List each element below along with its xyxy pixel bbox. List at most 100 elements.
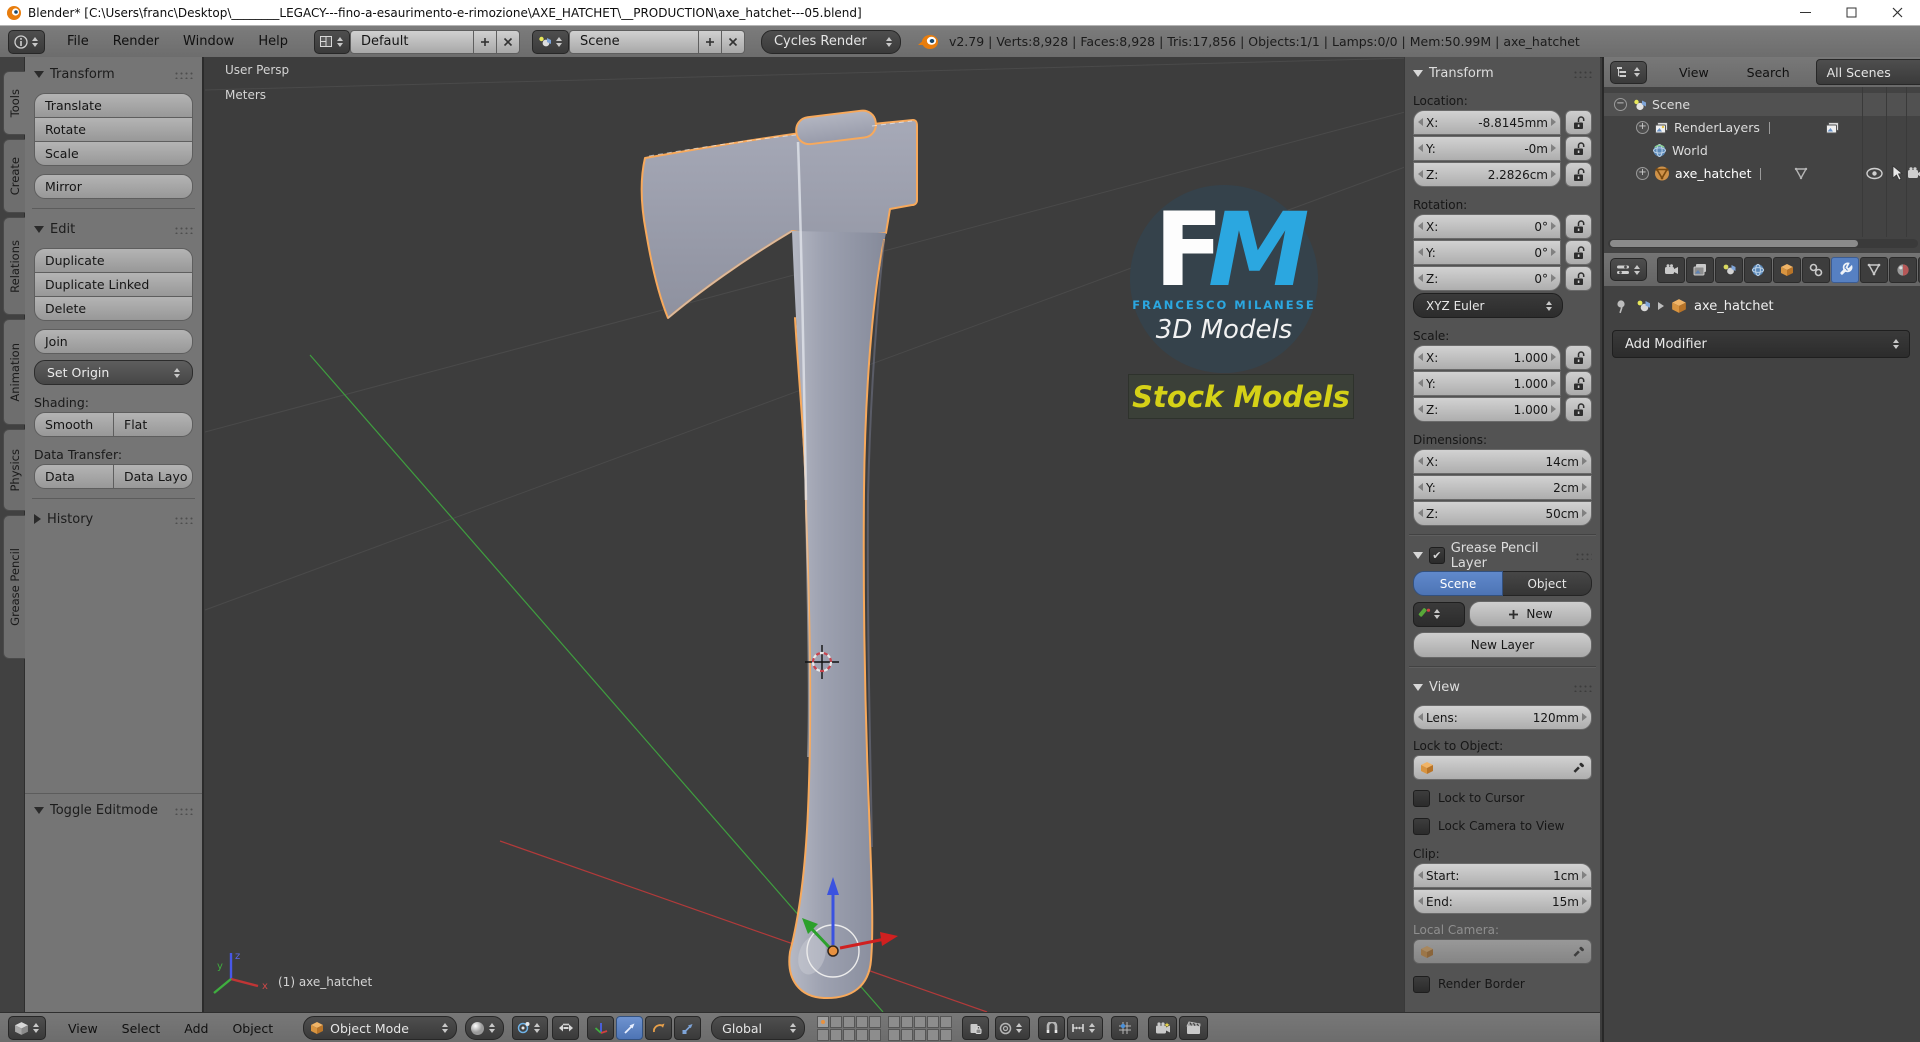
- lock-location-y-button[interactable]: [1565, 136, 1592, 161]
- mode-dropdown[interactable]: Object Mode: [303, 1016, 458, 1040]
- lock-to-cursor-checkbox[interactable]: [1413, 789, 1430, 807]
- join-button[interactable]: Join: [34, 329, 193, 354]
- scale-y-field[interactable]: Y: 1.000: [1413, 371, 1561, 396]
- panel-grip-icon[interactable]: [1573, 551, 1592, 560]
- tab-animation[interactable]: Animation: [3, 319, 25, 425]
- viewport-3d[interactable]: z x y User Persp Meters (1) axe_hatchet …: [204, 57, 1600, 1012]
- scale-z-field[interactable]: Z: 1.000: [1413, 397, 1561, 422]
- outliner-item-world[interactable]: World: [1652, 139, 1708, 162]
- menu-file[interactable]: File: [55, 34, 101, 49]
- grease-pencil-checkbox[interactable]: ✔: [1429, 547, 1445, 564]
- duplicate-linked-button[interactable]: Duplicate Linked: [34, 273, 193, 297]
- data-transfer-data-button[interactable]: Data: [34, 464, 114, 489]
- visibility-eye-icon[interactable]: [1866, 167, 1883, 180]
- selectability-cursor-icon[interactable]: [1891, 165, 1903, 181]
- eyedropper-icon[interactable]: [1572, 761, 1585, 774]
- lock-scale-z-button[interactable]: [1565, 397, 1592, 422]
- scale-button[interactable]: Scale: [34, 142, 193, 166]
- scene-field[interactable]: Scene: [568, 29, 699, 54]
- local-camera-field[interactable]: [1413, 939, 1592, 964]
- manipulator-center-toggle[interactable]: [552, 1016, 580, 1040]
- proportional-edit-dropdown[interactable]: [995, 1016, 1031, 1040]
- add-layout-button[interactable]: [473, 29, 497, 54]
- editor-type-properties-button[interactable]: [1610, 258, 1647, 281]
- location-x-field[interactable]: X: -8.8145mm: [1413, 110, 1561, 135]
- manipulator-scale-button[interactable]: [674, 1016, 702, 1040]
- shade-smooth-button[interactable]: Smooth: [34, 412, 114, 437]
- dimensions-y-field[interactable]: Y: 2cm: [1413, 475, 1592, 500]
- outliner-item-renderlayers[interactable]: + RenderLayers: [1636, 116, 1840, 139]
- tab-material[interactable]: [1889, 256, 1917, 283]
- panel-grip-icon[interactable]: [173, 69, 193, 79]
- editor-type-info-button[interactable]: [8, 29, 45, 54]
- tab-world[interactable]: [1744, 256, 1772, 283]
- dimensions-x-field[interactable]: X: 14cm: [1413, 449, 1592, 474]
- tab-scene[interactable]: [1715, 256, 1743, 283]
- tab-object[interactable]: [1773, 256, 1801, 283]
- snap-target-button[interactable]: [1111, 1016, 1139, 1040]
- v3d-menu-add[interactable]: Add: [172, 1021, 220, 1036]
- delete-button[interactable]: Delete: [34, 297, 193, 321]
- location-y-field[interactable]: Y: -0m: [1413, 136, 1561, 161]
- minimize-button[interactable]: [1782, 0, 1828, 25]
- lock-scale-y-button[interactable]: [1565, 371, 1592, 396]
- renderability-camera-icon[interactable]: [1907, 167, 1920, 180]
- lock-location-x-button[interactable]: [1565, 110, 1592, 135]
- lock-to-object-field[interactable]: [1413, 755, 1592, 780]
- menu-window[interactable]: Window: [171, 34, 246, 49]
- lock-camera-checkbox[interactable]: [1413, 817, 1430, 835]
- render-engine-dropdown[interactable]: Cycles Render: [760, 29, 901, 54]
- mirror-button[interactable]: Mirror: [34, 174, 193, 199]
- lock-rotation-x-button[interactable]: [1565, 214, 1592, 239]
- gp-new-layer-button[interactable]: New Layer: [1413, 632, 1592, 658]
- layer-grid-2[interactable]: [888, 1015, 953, 1041]
- manipulator-translate-button[interactable]: [616, 1016, 644, 1040]
- tab-constraints[interactable]: [1802, 256, 1830, 283]
- panel-grip-icon[interactable]: [1572, 683, 1592, 692]
- tab-modifiers[interactable]: [1831, 256, 1859, 283]
- panel-grip-icon[interactable]: [1572, 69, 1592, 78]
- data-transfer-layout-button[interactable]: Data Layo: [114, 464, 193, 489]
- delete-layout-button[interactable]: [496, 29, 520, 54]
- pivot-point-dropdown[interactable]: [512, 1016, 549, 1040]
- panel-header-edit[interactable]: Edit: [34, 218, 193, 240]
- scene-icon-button[interactable]: [531, 29, 569, 54]
- transform-orientation-dropdown[interactable]: Global: [711, 1016, 806, 1040]
- outliner-menu-view[interactable]: View: [1667, 65, 1721, 80]
- lock-scale-x-button[interactable]: [1565, 345, 1592, 370]
- dimensions-z-field[interactable]: Z: 50cm: [1413, 501, 1592, 526]
- translate-button[interactable]: Translate: [34, 93, 193, 118]
- tab-create[interactable]: Create: [3, 139, 25, 213]
- lock-camera-row[interactable]: Lock Camera to View: [1413, 814, 1592, 838]
- expand-icon[interactable]: +: [1636, 121, 1649, 134]
- set-origin-dropdown[interactable]: Set Origin: [34, 360, 193, 385]
- tab-grease-pencil[interactable]: Grease Pencil: [3, 515, 25, 659]
- viewport-shading-dropdown[interactable]: [465, 1016, 505, 1040]
- screen-layout-field[interactable]: Default: [349, 29, 474, 54]
- lock-to-scene-button[interactable]: [962, 1016, 990, 1040]
- panel-header-transform[interactable]: Transform: [34, 63, 193, 85]
- maximize-button[interactable]: [1828, 0, 1874, 25]
- snap-element-dropdown[interactable]: [1067, 1016, 1104, 1040]
- np-grease-pencil-header[interactable]: ✔ Grease Pencil Layer: [1413, 541, 1592, 571]
- rotation-x-field[interactable]: X: 0°: [1413, 214, 1561, 239]
- menu-render[interactable]: Render: [101, 34, 171, 49]
- v3d-menu-object[interactable]: Object: [220, 1021, 285, 1036]
- gp-pencil-dropdown[interactable]: [1413, 601, 1465, 627]
- render-border-checkbox[interactable]: [1413, 975, 1430, 993]
- outliner-item-scene[interactable]: − Scene: [1614, 93, 1690, 116]
- snap-toggle-button[interactable]: [1038, 1016, 1066, 1040]
- scale-x-field[interactable]: X: 1.000: [1413, 345, 1561, 370]
- tab-render[interactable]: [1657, 256, 1685, 283]
- np-view-header[interactable]: View: [1413, 676, 1592, 699]
- menu-help[interactable]: Help: [246, 34, 300, 49]
- rotate-button[interactable]: Rotate: [34, 118, 193, 142]
- gp-new-button[interactable]: New: [1469, 601, 1592, 627]
- v3d-menu-select[interactable]: Select: [110, 1021, 173, 1036]
- outliner-item-axe-hatchet[interactable]: + axe_hatchet: [1636, 162, 1808, 185]
- pin-icon[interactable]: [1614, 299, 1628, 314]
- panel-header-operator[interactable]: Toggle Editmode: [34, 799, 193, 821]
- outliner-filter-dropdown[interactable]: All Scenes: [1815, 59, 1920, 85]
- location-z-field[interactable]: Z: 2.2826cm: [1413, 162, 1561, 187]
- shade-flat-button[interactable]: Flat: [114, 412, 193, 437]
